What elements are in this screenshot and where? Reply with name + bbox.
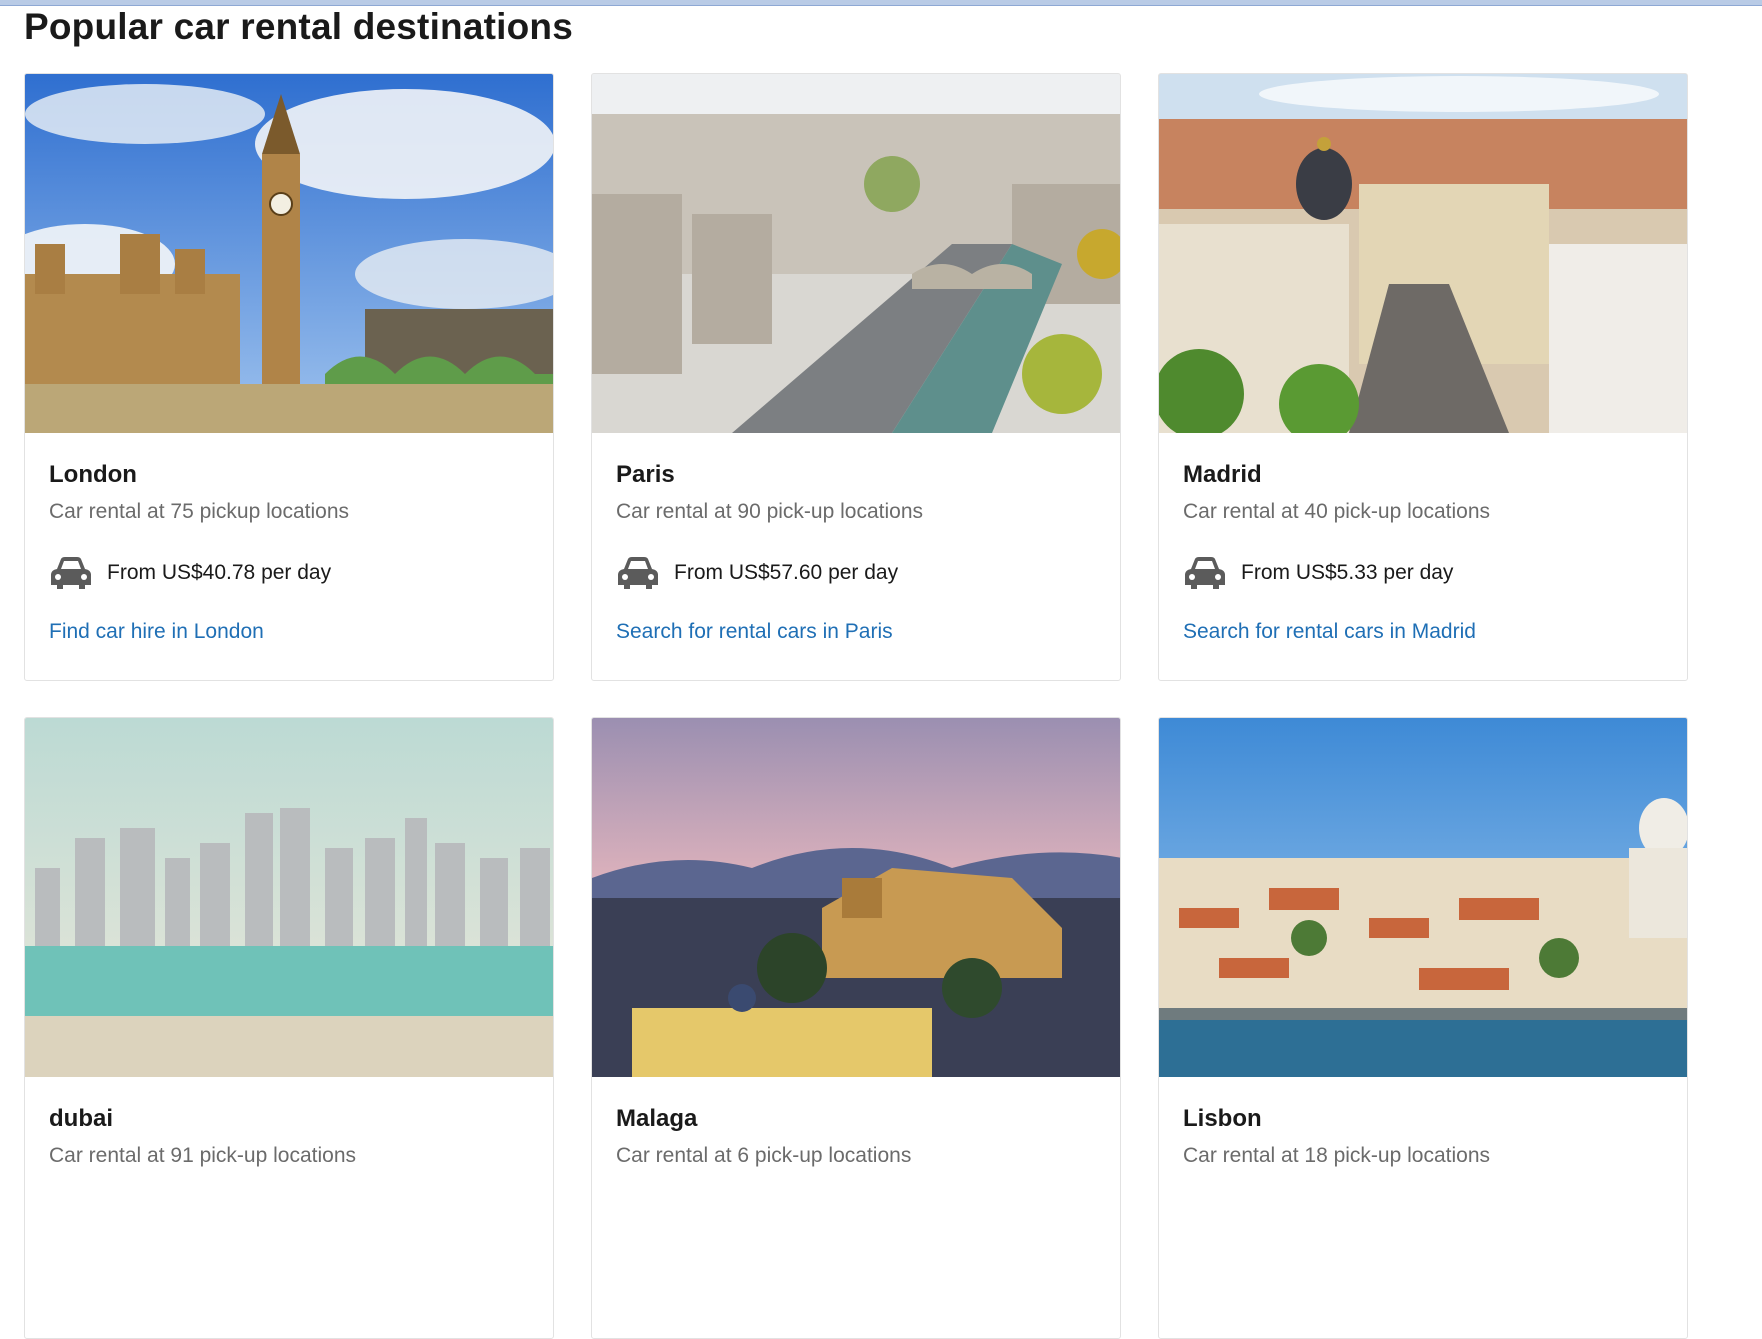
pickup-locations: Car rental at 18 pick-up locations: [1183, 1144, 1490, 1167]
malaga-photo[interactable]: [592, 718, 1120, 1077]
destinations-grid: London Car rental at 75 pickup locations…: [24, 73, 1688, 1339]
paris-photo[interactable]: [592, 74, 1120, 433]
city-name: London: [49, 461, 137, 488]
car-icon: [51, 557, 91, 589]
search-rental-paris-link[interactable]: Search for rental cars in Paris: [616, 620, 1096, 644]
car-icon: [1185, 557, 1225, 589]
city-name: Madrid: [1183, 461, 1262, 488]
destination-card-madrid[interactable]: Madrid Car rental at 40 pick-up location…: [1158, 73, 1688, 681]
price-row: From US$57.60 per day: [616, 550, 1096, 596]
page-title: Popular car rental destinations: [24, 6, 574, 47]
pickup-locations: Car rental at 91 pick-up locations: [49, 1144, 356, 1167]
price-per-day: From US$57.60 per day: [674, 561, 899, 584]
destination-card-lisbon[interactable]: Lisbon Car rental at 18 pick-up location…: [1158, 717, 1688, 1339]
car-icon: [618, 557, 658, 589]
price-row: From US$40.78 per day: [49, 550, 529, 596]
search-rental-madrid-link[interactable]: Search for rental cars in Madrid: [1183, 620, 1663, 644]
price-per-day: From US$5.33 per day: [1241, 561, 1454, 584]
city-name: Lisbon: [1183, 1105, 1262, 1132]
destination-card-paris[interactable]: Paris Car rental at 90 pick-up locations…: [591, 73, 1121, 681]
destination-card-dubai[interactable]: dubai Car rental at 91 pick-up locations: [24, 717, 554, 1339]
london-photo[interactable]: [25, 74, 553, 433]
madrid-photo[interactable]: [1159, 74, 1687, 433]
lisbon-photo[interactable]: [1159, 718, 1687, 1077]
find-car-hire-london-link[interactable]: Find car hire in London: [49, 620, 529, 644]
pickup-locations: Car rental at 75 pickup locations: [49, 500, 349, 523]
pickup-locations: Car rental at 40 pick-up locations: [1183, 500, 1490, 523]
price-per-day: From US$40.78 per day: [107, 561, 332, 584]
city-name: dubai: [49, 1105, 113, 1132]
city-name: Paris: [616, 461, 675, 488]
destination-card-london[interactable]: London Car rental at 75 pickup locations…: [24, 73, 554, 681]
destination-card-malaga[interactable]: Malaga Car rental at 6 pick-up locations: [591, 717, 1121, 1339]
price-row: From US$5.33 per day: [1183, 550, 1663, 596]
dubai-photo[interactable]: [25, 718, 553, 1077]
pickup-locations: Car rental at 6 pick-up locations: [616, 1144, 912, 1167]
pickup-locations: Car rental at 90 pick-up locations: [616, 500, 923, 523]
city-name: Malaga: [616, 1105, 698, 1132]
